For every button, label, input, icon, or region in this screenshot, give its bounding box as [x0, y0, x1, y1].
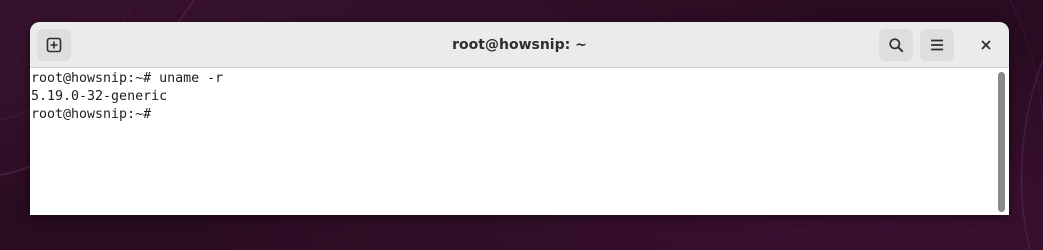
- terminal-line-prompt: root@howsnip:~#: [31, 107, 152, 122]
- window-title: root@howsnip: ~: [452, 37, 587, 53]
- search-icon: [889, 38, 904, 53]
- header-bar[interactable]: root@howsnip: ~: [30, 22, 1009, 68]
- new-tab-button[interactable]: [37, 29, 71, 61]
- plus-in-square-icon: [46, 37, 62, 53]
- terminal-window: root@howsnip: ~ root@howsnip:~# uname -r…: [30, 22, 1009, 215]
- close-button[interactable]: [970, 29, 1002, 61]
- scrollbar-thumb[interactable]: [998, 72, 1005, 212]
- close-icon: [981, 40, 991, 50]
- menu-button[interactable]: [920, 29, 954, 61]
- terminal-line-output: 5.19.0-32-generic: [31, 89, 168, 104]
- scrollbar[interactable]: [995, 68, 1009, 215]
- terminal-line-command: root@howsnip:~# uname -r: [31, 71, 224, 86]
- search-button[interactable]: [879, 29, 913, 61]
- hamburger-menu-icon: [931, 39, 943, 51]
- terminal-output[interactable]: root@howsnip:~# uname -r 5.19.0-32-gener…: [30, 68, 995, 215]
